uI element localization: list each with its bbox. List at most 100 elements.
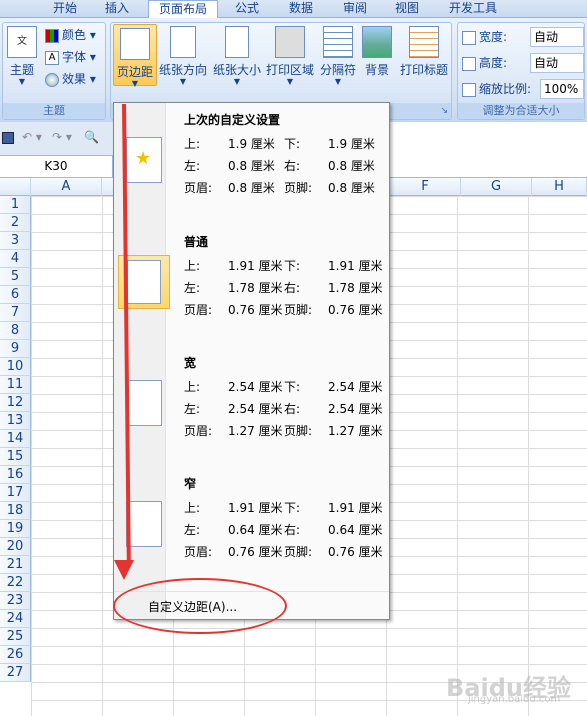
undo-icon[interactable]: ↶ ▾ xyxy=(22,130,42,144)
row-header[interactable]: 22 xyxy=(0,574,31,592)
background-picture-icon xyxy=(362,26,392,58)
row-header[interactable]: 23 xyxy=(0,592,31,610)
tab-home[interactable]: 开始 xyxy=(40,0,90,18)
print-preview-icon[interactable]: 🔍 xyxy=(84,130,99,144)
row-header[interactable]: 21 xyxy=(0,556,31,574)
row-header[interactable]: 10 xyxy=(0,358,31,376)
printer-icon xyxy=(275,26,305,58)
size-button[interactable]: 纸张大小 ▼ xyxy=(211,26,263,86)
colors-button[interactable]: 颜色 ▾ xyxy=(45,25,96,45)
breaks-icon xyxy=(323,26,353,58)
margin-preview-star-icon: ★ xyxy=(126,137,162,183)
effects-button[interactable]: 效果 ▾ xyxy=(45,69,96,89)
chevron-down-icon: ▼ xyxy=(18,77,26,86)
row-header[interactable]: 14 xyxy=(0,430,31,448)
ribbon-tabs: 开始 插入 页面布局 公式 数据 审阅 视图 开发工具 xyxy=(0,0,587,19)
margin-option-normal[interactable]: 普通 上: 1.91 厘米 下: 1.91 厘米 左: 1.78 厘米 右: 1… xyxy=(114,225,389,335)
chevron-down-icon: ▼ xyxy=(334,77,342,86)
row-header[interactable]: 9 xyxy=(0,340,31,358)
width-select[interactable]: 自动 xyxy=(530,27,584,47)
margins-icon xyxy=(120,28,150,60)
row-header[interactable]: 1 xyxy=(0,196,31,214)
margins-button[interactable]: 页边距 ▼ xyxy=(113,24,157,88)
background-button[interactable]: 背景 xyxy=(359,26,395,78)
themes-icon: 文 xyxy=(7,26,37,58)
row-header[interactable]: 17 xyxy=(0,484,31,502)
row-header[interactable]: 20 xyxy=(0,538,31,556)
margin-option-title: 窄 xyxy=(184,477,197,491)
orientation-icon xyxy=(170,26,196,58)
width-row: 宽度: xyxy=(462,27,507,47)
themes-group: 文 主题 ▼ 颜色 ▾ A 字体 ▾ 效果 ▾ 主题 xyxy=(2,22,106,120)
annotation-circle xyxy=(113,578,287,634)
row-header[interactable]: 11 xyxy=(0,376,31,394)
watermark-url: jingyan.baidu.com xyxy=(468,694,561,705)
row-header[interactable]: 2 xyxy=(0,214,31,232)
margin-option-wide[interactable]: 宽 上: 2.54 厘米 下: 2.54 厘米 左: 2.54 厘米 右: 2.… xyxy=(114,346,389,456)
tab-data[interactable]: 数据 xyxy=(276,0,326,18)
effects-icon xyxy=(45,72,59,87)
scale-icon xyxy=(462,82,476,97)
column-header-a[interactable]: A xyxy=(31,178,102,196)
row-header[interactable]: 12 xyxy=(0,394,31,412)
margin-option-title: 普通 xyxy=(184,235,209,249)
orientation-button[interactable]: 纸张方向 ▼ xyxy=(157,26,209,86)
row-header[interactable]: 3 xyxy=(0,232,31,250)
row-header[interactable]: 4 xyxy=(0,250,31,268)
print-area-button[interactable]: 打印区域 ▼ xyxy=(263,26,317,86)
row-header[interactable]: 19 xyxy=(0,520,31,538)
font-icon: A xyxy=(45,50,59,65)
scale-input[interactable]: 100% xyxy=(540,79,584,99)
chevron-down-icon: ▼ xyxy=(179,77,187,86)
name-box[interactable]: K30 xyxy=(0,156,113,177)
row-header[interactable]: 27 xyxy=(0,664,31,682)
row-header[interactable]: 18 xyxy=(0,502,31,520)
themes-button[interactable]: 文 主题 ▼ xyxy=(5,26,39,86)
print-titles-button[interactable]: 打印标题 xyxy=(397,26,451,78)
height-select[interactable]: 自动 xyxy=(530,53,584,73)
tab-review[interactable]: 审阅 xyxy=(330,0,380,18)
margin-option-narrow[interactable]: 窄 上: 1.91 厘米 下: 1.91 厘米 左: 0.64 厘米 右: 0.… xyxy=(114,467,389,577)
paper-size-icon xyxy=(225,26,249,58)
margin-option-last-custom[interactable]: ★ 上次的自定义设置 上: 1.9 厘米 下: 1.9 厘米 左: 0.8 厘米 … xyxy=(114,103,389,213)
column-header-f[interactable]: F xyxy=(390,178,461,196)
margin-preview-icon xyxy=(126,501,162,547)
palette-icon xyxy=(45,28,59,43)
redo-icon[interactable]: ↷ ▾ xyxy=(52,130,72,144)
fonts-button[interactable]: A 字体 ▾ xyxy=(45,47,96,67)
column-header-g[interactable]: G xyxy=(461,178,532,196)
height-icon xyxy=(462,56,476,71)
row-header[interactable]: 7 xyxy=(0,304,31,322)
row-header[interactable]: 16 xyxy=(0,466,31,484)
tab-insert[interactable]: 插入 xyxy=(92,0,142,18)
row-header[interactable]: 24 xyxy=(0,610,31,628)
row-header[interactable]: 26 xyxy=(0,646,31,664)
scale-to-fit-group: 宽度: 自动 高度: 自动 缩放比例: 100% 调整为合适大小 xyxy=(457,22,585,120)
breaks-button[interactable]: 分隔符 ▼ xyxy=(317,26,359,86)
column-header-h[interactable]: H xyxy=(532,178,587,196)
chevron-down-icon: ▼ xyxy=(233,77,241,86)
themes-group-label: 主题 xyxy=(3,103,105,119)
tab-view[interactable]: 视图 xyxy=(382,0,432,18)
row-header[interactable]: 8 xyxy=(0,322,31,340)
row-header[interactable]: 5 xyxy=(0,268,31,286)
scale-group-label: 调整为合适大小 xyxy=(458,103,584,119)
select-all-corner[interactable] xyxy=(0,178,31,196)
save-icon[interactable] xyxy=(2,132,14,144)
annotation-arrowhead xyxy=(114,560,134,580)
tab-formulas[interactable]: 公式 xyxy=(222,0,272,18)
quick-access-toolbar: ↶ ▾ ↷ ▾ 🔍 xyxy=(0,122,113,156)
tab-developer[interactable]: 开发工具 xyxy=(440,0,506,18)
row-header[interactable]: 13 xyxy=(0,412,31,430)
row-header[interactable]: 25 xyxy=(0,628,31,646)
chevron-down-icon: ▼ xyxy=(131,79,139,88)
row-header[interactable]: 15 xyxy=(0,448,31,466)
tab-page-layout[interactable]: 页面布局 xyxy=(148,0,218,19)
scale-row: 缩放比例: xyxy=(462,79,531,99)
row-header[interactable]: 6 xyxy=(0,286,31,304)
height-row: 高度: xyxy=(462,53,507,73)
dialog-launcher-icon[interactable]: ↘ xyxy=(440,103,448,119)
margin-option-title: 宽 xyxy=(184,356,197,370)
margins-dropdown-menu: ★ 上次的自定义设置 上: 1.9 厘米 下: 1.9 厘米 左: 0.8 厘米 … xyxy=(113,102,390,620)
chevron-down-icon: ▼ xyxy=(286,77,294,86)
